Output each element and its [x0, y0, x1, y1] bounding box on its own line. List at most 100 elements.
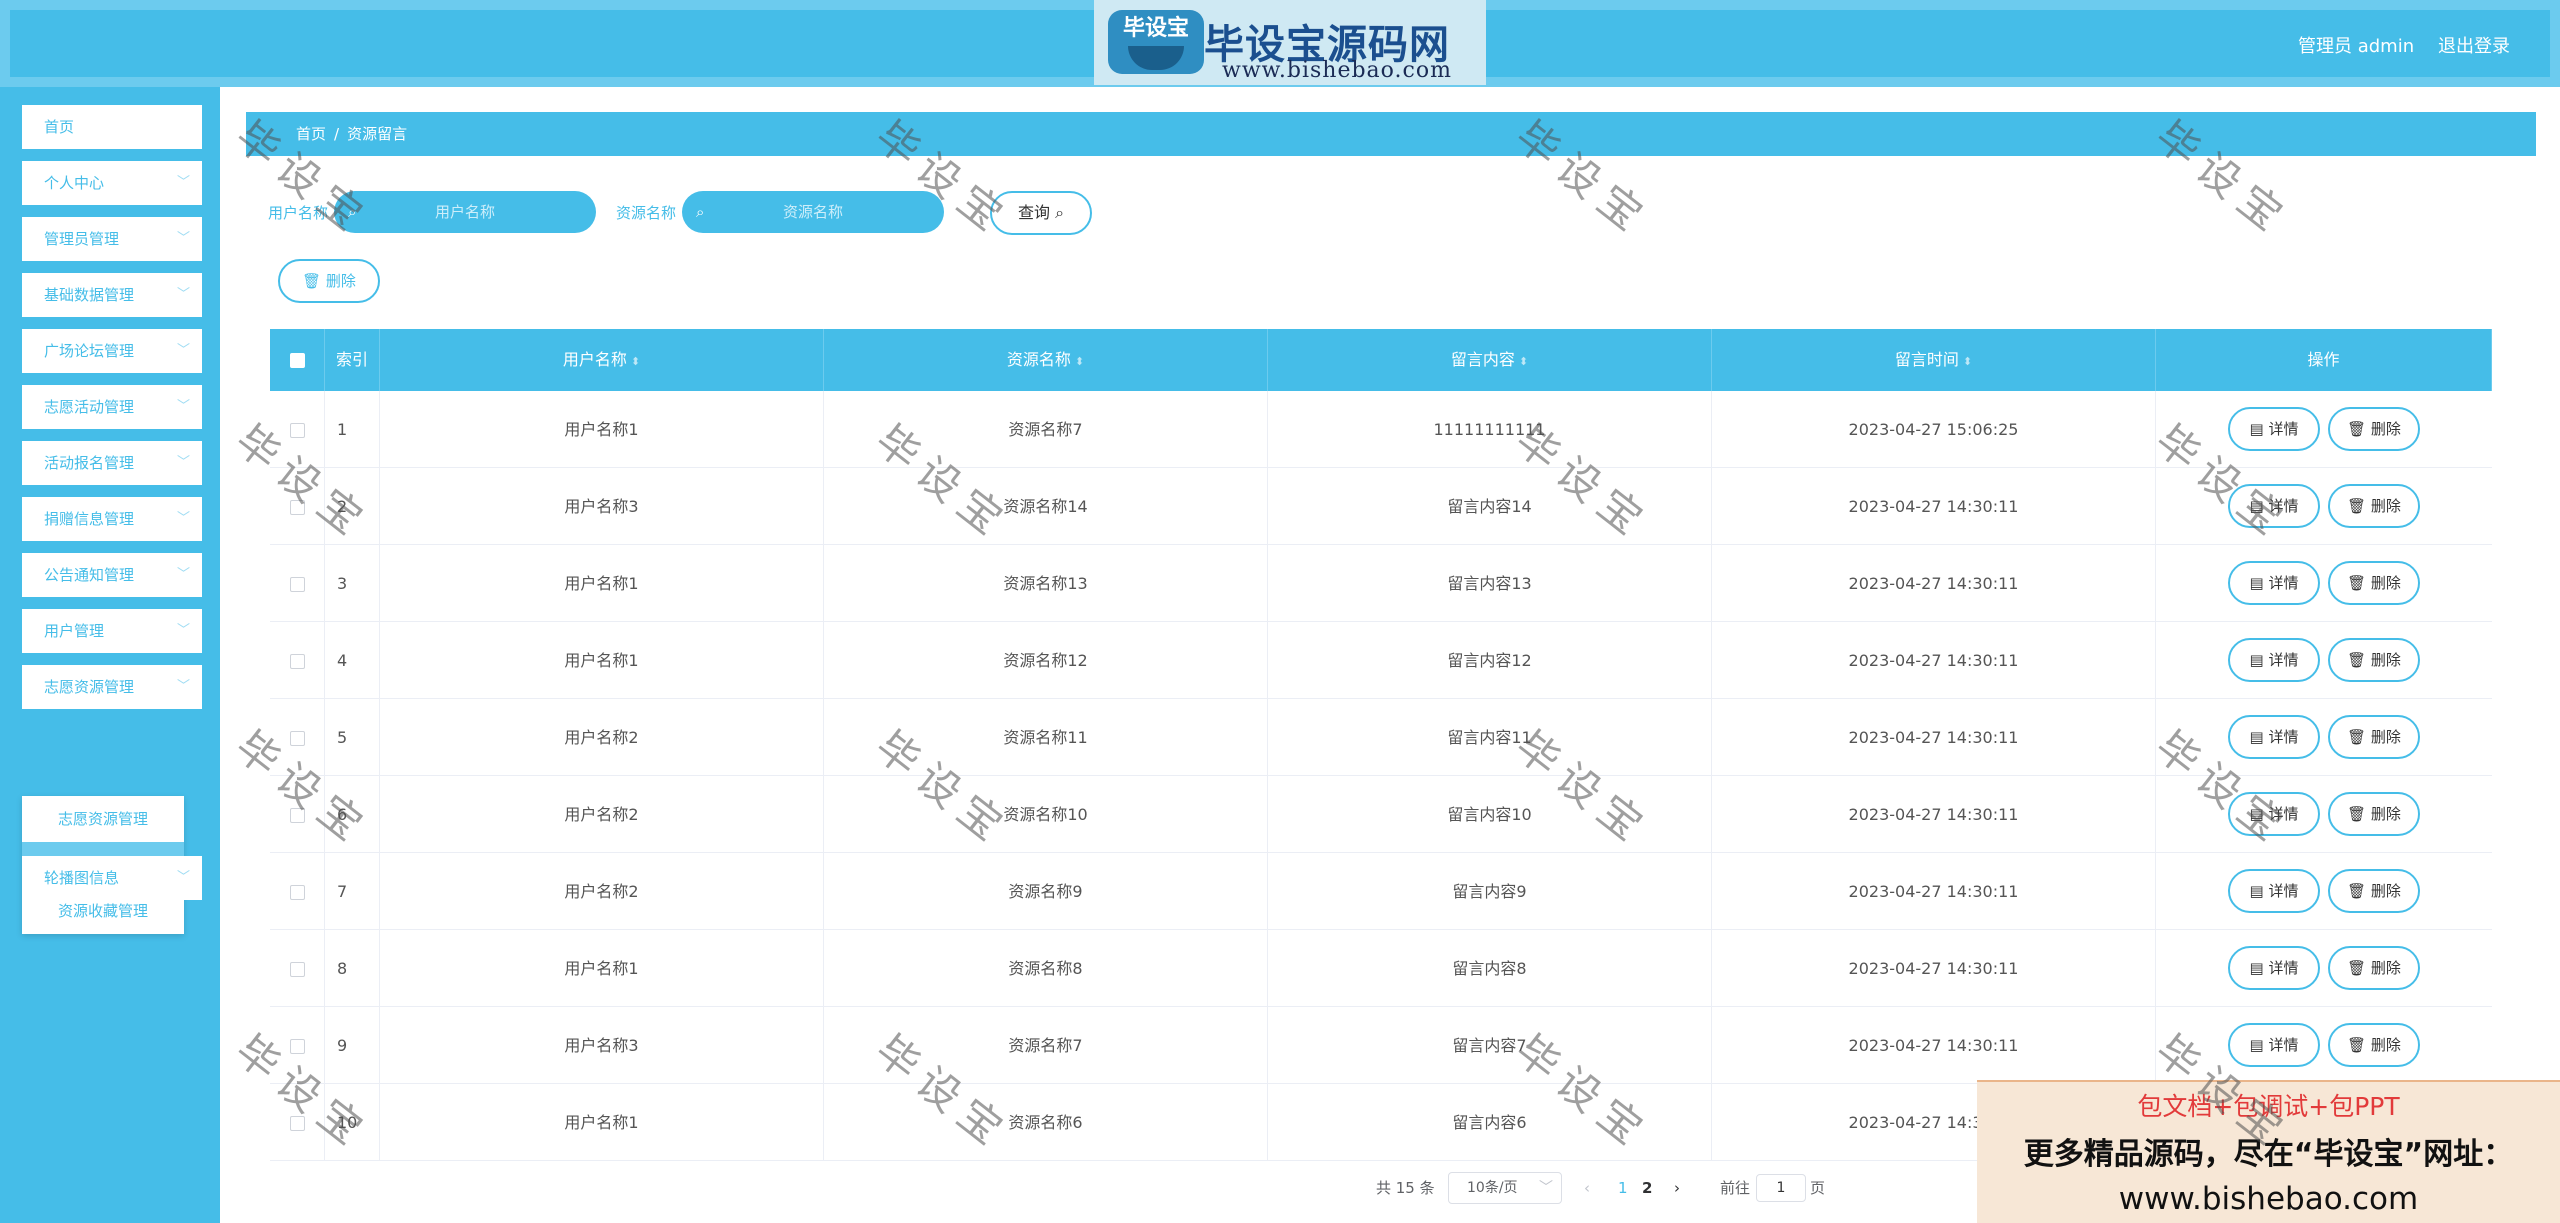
document-icon: ▤: [2249, 959, 2264, 977]
detail-button[interactable]: ▤ 详情: [2228, 946, 2320, 990]
sidebar-item-9[interactable]: 用户管理 ﹀: [22, 609, 202, 653]
table-row: 2 用户名称3 资源名称14 留言内容14 2023-04-27 14:30:11 ▤ 详…: [270, 468, 2492, 545]
page-1-button[interactable]: 1: [1618, 1172, 1628, 1204]
delete-label: 删除: [2370, 497, 2401, 515]
row-checkbox-cell: [270, 776, 325, 853]
page-2-button[interactable]: 2: [1642, 1172, 1652, 1204]
detail-button[interactable]: ▤ 详情: [2228, 1023, 2320, 1067]
current-user: 管理员 admin: [2298, 36, 2415, 57]
page-size-value: 10条/页: [1467, 1180, 1518, 1196]
sort-icon[interactable]: ⬍: [631, 355, 640, 368]
row-delete-button[interactable]: 🗑 删除: [2328, 715, 2420, 759]
cell-actions: ▤ 详情🗑 删除: [2156, 930, 2492, 1007]
detail-button[interactable]: ▤ 详情: [2228, 638, 2320, 682]
column-header-label: 用户名称: [562, 350, 627, 369]
cell-index: 7: [325, 853, 380, 930]
row-checkbox[interactable]: [289, 423, 305, 438]
cell-actions: ▤ 详情🗑 删除: [2156, 545, 2492, 622]
detail-button[interactable]: ▤ 详情: [2228, 484, 2320, 528]
user-name-label: 用户名称: [268, 204, 329, 222]
row-checkbox[interactable]: [289, 808, 305, 823]
cell-index: 9: [325, 1007, 380, 1084]
breadcrumb-home[interactable]: 首页: [296, 125, 326, 143]
row-checkbox[interactable]: [289, 500, 305, 515]
column-header-label: 资源名称: [1006, 350, 1071, 369]
sidebar-item-1[interactable]: 个人中心 ﹀: [22, 161, 202, 205]
breadcrumb: 首页 / 资源留言: [246, 112, 2536, 156]
column-header-4[interactable]: 留言内容 ⬍: [1268, 329, 1712, 391]
row-checkbox[interactable]: [289, 731, 305, 746]
chevron-down-icon: ﹀: [176, 455, 190, 470]
cell-user: 用户名称1: [380, 545, 824, 622]
cell-content: 留言内容13: [1268, 545, 1712, 622]
column-header-1: 索引: [325, 329, 380, 391]
cell-resource: 资源名称11: [824, 699, 1268, 776]
row-checkbox[interactable]: [289, 1039, 305, 1054]
row-delete-button[interactable]: 🗑 删除: [2328, 638, 2420, 682]
row-delete-button[interactable]: 🗑 删除: [2328, 1023, 2420, 1067]
row-checkbox[interactable]: [289, 654, 305, 669]
page-size-select[interactable]: 10条/页 ﹀: [1448, 1172, 1562, 1204]
detail-label: 详情: [2268, 959, 2299, 977]
sidebar-item-6[interactable]: 活动报名管理 ﹀: [22, 441, 202, 485]
sidebar-item-4[interactable]: 广场论坛管理 ﹀: [22, 329, 202, 373]
trash-icon: 🗑: [2347, 420, 2367, 438]
sidebar-item-2[interactable]: 管理员管理 ﹀: [22, 217, 202, 261]
sort-icon[interactable]: ⬍: [1519, 355, 1528, 368]
cell-user: 用户名称2: [380, 853, 824, 930]
row-delete-button[interactable]: 🗑 删除: [2328, 484, 2420, 528]
cell-time: 2023-04-27 14:30:11: [1712, 699, 2156, 776]
search-icon: ⌕: [1055, 203, 1065, 222]
prev-page-button[interactable]: ‹: [1584, 1172, 1590, 1204]
row-delete-button[interactable]: 🗑 删除: [2328, 869, 2420, 913]
detail-button[interactable]: ▤ 详情: [2228, 715, 2320, 759]
row-checkbox[interactable]: [289, 885, 305, 900]
sidebar-item-label: 志愿活动管理: [44, 398, 135, 416]
sidebar-item-7[interactable]: 捐赠信息管理 ﹀: [22, 497, 202, 541]
detail-label: 详情: [2268, 574, 2299, 592]
sidebar-item-0[interactable]: 首页: [22, 105, 202, 149]
detail-button[interactable]: ▤ 详情: [2228, 792, 2320, 836]
column-header-5[interactable]: 留言时间 ⬍: [1712, 329, 2156, 391]
row-checkbox[interactable]: [289, 1116, 305, 1131]
row-delete-button[interactable]: 🗑 删除: [2328, 407, 2420, 451]
cell-content: 留言内容12: [1268, 622, 1712, 699]
detail-button[interactable]: ▤ 详情: [2228, 869, 2320, 913]
sidebar-item-5[interactable]: 志愿活动管理 ﹀: [22, 385, 202, 429]
row-checkbox[interactable]: [289, 962, 305, 977]
row-delete-button[interactable]: 🗑 删除: [2328, 792, 2420, 836]
row-delete-button[interactable]: 🗑 删除: [2328, 946, 2420, 990]
goto-page-input[interactable]: 1: [1756, 1174, 1806, 1202]
sidebar-item-8[interactable]: 公告通知管理 ﹀: [22, 553, 202, 597]
sidebar-item-3[interactable]: 基础数据管理 ﹀: [22, 273, 202, 317]
column-header-2[interactable]: 用户名称 ⬍: [380, 329, 824, 391]
user-name-input[interactable]: ⌕ 用户名称: [334, 191, 596, 233]
chevron-down-icon: ﹀: [176, 870, 190, 885]
promo-line-2: 更多精品源码，尽在“毕设宝”网址：: [2023, 1137, 2514, 1172]
row-checkbox-cell: [270, 622, 325, 699]
cell-content: 留言内容8: [1268, 930, 1712, 1007]
next-page-button[interactable]: ›: [1674, 1172, 1680, 1204]
detail-button[interactable]: ▤ 详情: [2228, 561, 2320, 605]
column-header-3[interactable]: 资源名称 ⬍: [824, 329, 1268, 391]
select-all-checkbox[interactable]: [289, 353, 305, 368]
delete-label: 删除: [2370, 882, 2401, 900]
table-row: 6 用户名称2 资源名称10 留言内容10 2023-04-27 14:30:11 ▤ 详…: [270, 776, 2492, 853]
sidebar-item-carousel[interactable]: 轮播图信息 ﹀: [22, 856, 202, 900]
cell-resource: 资源名称12: [824, 622, 1268, 699]
detail-button[interactable]: ▤ 详情: [2228, 407, 2320, 451]
row-delete-button[interactable]: 🗑 删除: [2328, 561, 2420, 605]
sort-icon[interactable]: ⬍: [1075, 355, 1084, 368]
logo-bowl-icon: [1128, 46, 1184, 70]
query-button[interactable]: 查询 ⌕: [990, 191, 1092, 235]
batch-delete-button[interactable]: 🗑 删除: [278, 259, 380, 303]
row-checkbox[interactable]: [289, 577, 305, 592]
resource-name-input[interactable]: ⌕ 资源名称: [682, 191, 944, 233]
cell-index: 3: [325, 545, 380, 622]
submenu-item-0[interactable]: 志愿资源管理: [22, 796, 184, 842]
logout-link[interactable]: 退出登录: [2438, 32, 2510, 58]
sidebar-item-10[interactable]: 志愿资源管理 ﹀: [22, 665, 202, 709]
sort-icon[interactable]: ⬍: [1963, 355, 1972, 368]
resource-name-label: 资源名称: [616, 204, 677, 222]
site-logo: 毕设宝 毕设宝源码网 www.bishebao.com: [1094, 0, 1486, 85]
